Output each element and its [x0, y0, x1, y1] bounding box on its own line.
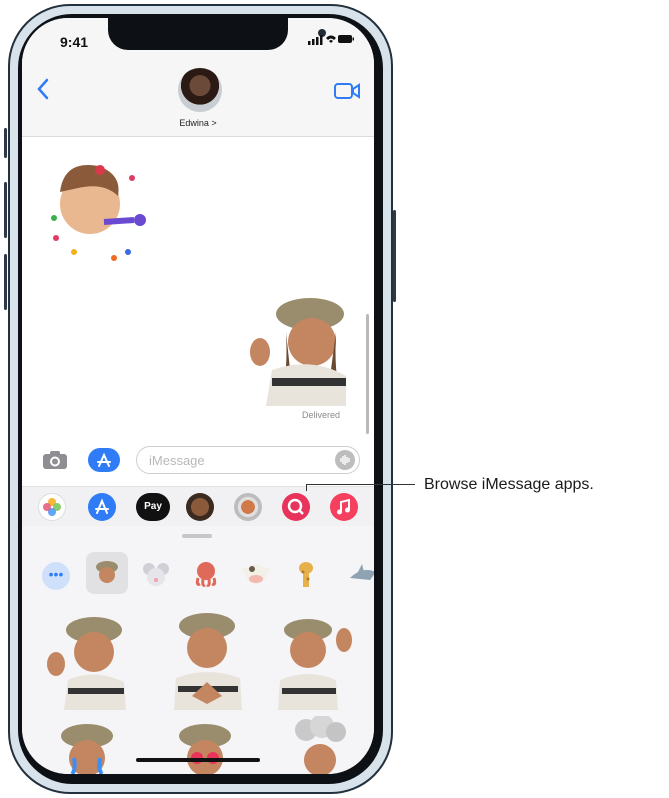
facetime-video-icon[interactable]: [334, 82, 360, 100]
compose-bar: iMessage: [22, 442, 374, 480]
message-placeholder: iMessage: [149, 453, 205, 468]
apple-pay-label: Pay: [144, 501, 162, 512]
sticker-panel: •••: [22, 526, 374, 774]
memoji-party-sticker: [51, 165, 146, 261]
app-store-button[interactable]: [88, 448, 120, 472]
home-indicator[interactable]: [136, 758, 260, 762]
app-store-icon: [97, 452, 111, 467]
panel-grabber[interactable]: [182, 534, 212, 538]
callout-label: Browse iMessage apps.: [424, 476, 594, 493]
side-button-left-1: [4, 128, 7, 158]
memoji-call-me-sticker: [250, 298, 346, 406]
contact-avatar[interactable]: [178, 68, 222, 112]
picker-mouse-icon[interactable]: [138, 556, 174, 592]
memoji-sticker-heart-eyes[interactable]: [170, 722, 240, 774]
message-input[interactable]: iMessage: [136, 446, 360, 474]
memoji-sticker-thumbs[interactable]: [42, 610, 132, 710]
status-icons: [308, 35, 354, 45]
scroll-indicator[interactable]: [366, 314, 369, 434]
conversation-header: 9:41 Edwina >: [22, 18, 374, 137]
picker-cow-icon[interactable]: [238, 556, 274, 592]
screen: 9:41 Edwina > Delivered iMessage Pay •••: [22, 18, 374, 774]
memoji-sticker-wave[interactable]: [268, 612, 360, 710]
memoji-sticker-mind-blown[interactable]: [278, 716, 358, 774]
app-drawer: Pay: [22, 486, 374, 527]
side-button-left-2: [4, 182, 7, 238]
memoji-stickers-icon[interactable]: [186, 493, 214, 521]
camera-icon[interactable]: [42, 450, 68, 470]
images-search-icon[interactable]: [282, 493, 310, 521]
photos-app-icon[interactable]: [38, 493, 66, 521]
picker-octopus-icon[interactable]: [188, 556, 224, 592]
side-button-left-3: [4, 254, 7, 310]
audio-message-icon[interactable]: [335, 450, 355, 470]
app-store-drawer-icon[interactable]: [88, 493, 116, 521]
picker-giraffe-icon[interactable]: [288, 556, 324, 592]
notch: [108, 18, 326, 50]
callout-line: [306, 484, 415, 485]
music-app-icon[interactable]: [330, 493, 358, 521]
side-button-right: [393, 210, 396, 302]
picker-memoji-selected[interactable]: [86, 552, 128, 594]
memoji-icon-selected[interactable]: [234, 493, 262, 521]
apple-pay-icon[interactable]: Pay: [136, 493, 170, 521]
more-options-button[interactable]: •••: [42, 562, 70, 590]
back-chevron-icon[interactable]: [36, 78, 50, 100]
delivered-status: Delivered: [302, 410, 341, 420]
picker-shark-icon[interactable]: [344, 556, 374, 592]
memoji-sticker-heart-hands[interactable]: [162, 606, 252, 710]
status-time: 9:41: [60, 34, 89, 50]
contact-name[interactable]: Edwina >: [22, 118, 374, 128]
memoji-sticker-crying[interactable]: [52, 722, 122, 774]
callout-tick: [306, 484, 307, 491]
